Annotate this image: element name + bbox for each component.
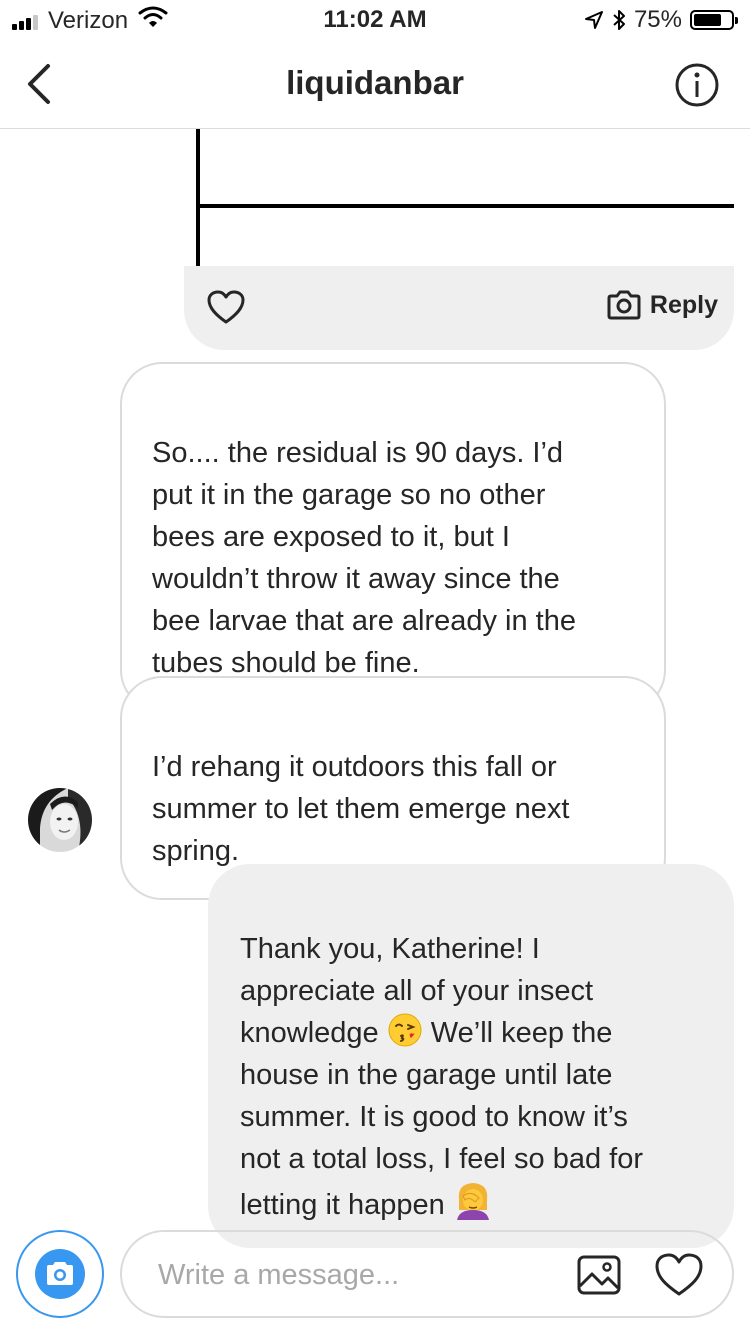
avatar[interactable] [28, 788, 92, 852]
message-input[interactable] [158, 1250, 538, 1300]
heart-outline-icon [207, 290, 245, 324]
battery-icon [690, 10, 738, 30]
camera-button-circle [35, 1249, 85, 1299]
message-bubble-outgoing[interactable]: Thank you, Katherine! I appreciate all o… [208, 864, 734, 1248]
camera-icon [607, 290, 641, 320]
message-text: So.... the residual is 90 days. I’d put … [152, 437, 576, 679]
message-composer[interactable] [120, 1230, 734, 1318]
battery-percent: 75% [633, 6, 682, 33]
bluetooth-icon [612, 8, 626, 32]
conversation-title[interactable]: liquidanbar [0, 64, 750, 102]
post-image-line [196, 204, 734, 208]
battery-fill [694, 14, 721, 26]
image-icon [577, 1255, 621, 1295]
reply-button[interactable]: Reply [606, 289, 718, 321]
chat-header: liquidanbar [0, 40, 750, 129]
heart-button[interactable] [654, 1252, 704, 1298]
gallery-button[interactable] [576, 1252, 622, 1298]
info-icon [675, 63, 719, 107]
info-button[interactable] [674, 62, 720, 108]
reply-label: Reply [649, 290, 718, 319]
heart-outline-icon [655, 1253, 703, 1296]
message-bubble-incoming[interactable]: So.... the residual is 90 days. I’d put … [120, 362, 666, 712]
face-blowing-kiss-emoji [387, 1012, 423, 1048]
camera-button[interactable] [16, 1230, 104, 1318]
battery-nub [735, 17, 738, 24]
shared-post-image[interactable] [184, 129, 734, 266]
message-text: I’d rehang it outdoors this fall or summ… [152, 751, 570, 867]
status-right: 75% [584, 6, 738, 34]
like-button[interactable] [206, 289, 246, 325]
location-arrow-icon [584, 10, 604, 30]
shared-post-card[interactable]: Reply [184, 129, 734, 350]
camera-icon [47, 1262, 73, 1285]
status-bar: Verizon 11:02 AM 75% [0, 0, 750, 40]
post-image-line [196, 129, 200, 266]
woman-facepalming-emoji [453, 1180, 489, 1220]
